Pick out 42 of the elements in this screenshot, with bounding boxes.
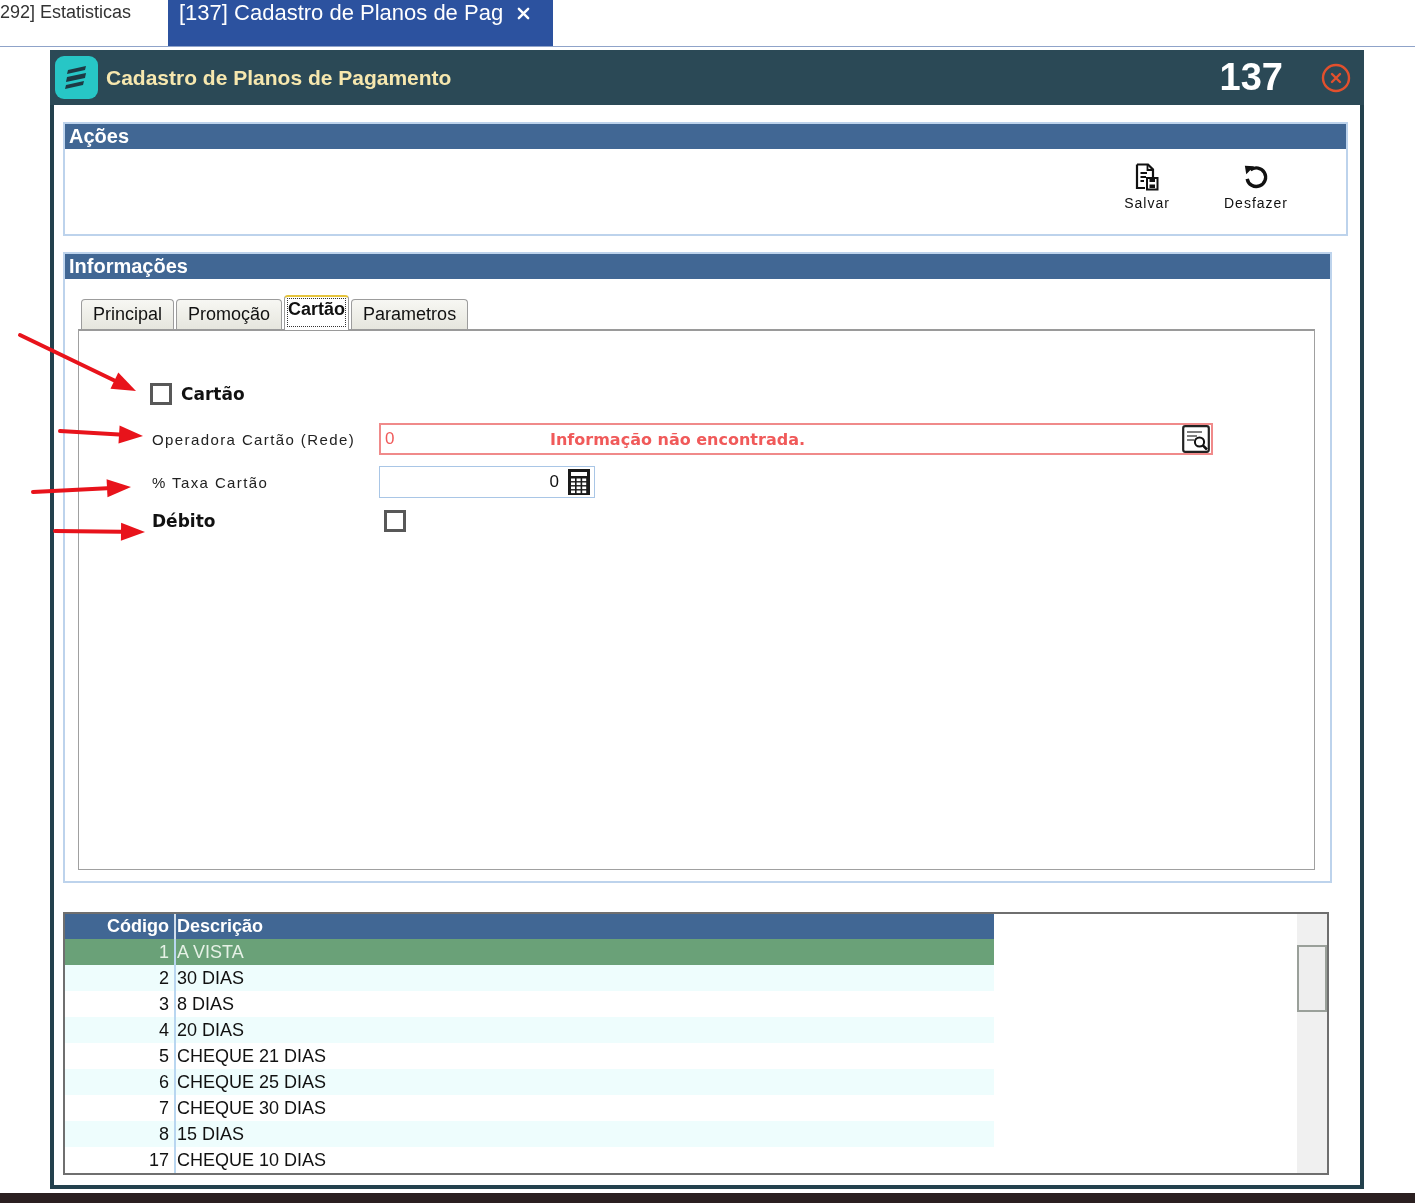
table-cell-text: 8 DIAS	[176, 993, 236, 1016]
number-field[interactable]: 0	[379, 466, 595, 498]
undo-button[interactable]: Desfazer	[1206, 163, 1306, 211]
circular-arrow-icon	[1243, 163, 1269, 191]
logo-icon	[55, 56, 98, 99]
checkbox[interactable]	[384, 510, 406, 532]
scrollbar-track[interactable]	[1297, 914, 1327, 1173]
table-row[interactable]: 2 30 DIAS	[65, 965, 994, 991]
table-cell: 17	[65, 1147, 176, 1173]
table-cell-text: CHEQUE 10 DIAS	[176, 1149, 328, 1172]
table-cell-text: A VISTA	[176, 941, 245, 964]
field-label: Operadora Cartão (Rede)	[152, 430, 357, 448]
field-label: Cartão	[181, 384, 245, 404]
table-cell-text: 15 DIAS	[176, 1123, 246, 1146]
table-row[interactable]: 4 20 DIAS	[65, 1017, 994, 1043]
window-title: Cadastro de Planos de Pagamento	[106, 65, 452, 90]
section-header: Informações	[65, 254, 1330, 279]
tab[interactable]: Parametros	[351, 299, 469, 329]
field-label: % Taxa Cartão	[152, 473, 270, 491]
table-cell-text: 30 DIAS	[176, 967, 246, 990]
calculator-icon[interactable]	[568, 469, 590, 495]
table-cell-text: CHEQUE 21 DIAS	[176, 1045, 328, 1068]
section-header: Ações	[65, 124, 1346, 149]
document-icon	[1134, 163, 1160, 191]
checkbox[interactable]	[150, 383, 172, 405]
table-row[interactable]: 8 15 DIAS	[65, 1121, 994, 1147]
table-cell-text: CHEQUE 30 DIAS	[176, 1097, 328, 1120]
scrollbar-thumb[interactable]	[1297, 945, 1327, 1012]
record-number: 137	[1219, 56, 1283, 99]
tab[interactable]: Principal	[81, 299, 175, 329]
field-label: Débito	[152, 511, 217, 531]
document-search-icon[interactable]	[1182, 425, 1210, 453]
table-cell-text: 20 DIAS	[176, 1019, 246, 1042]
tab[interactable]: Cartão	[284, 295, 350, 330]
error-message: Informação não encontrada.	[550, 429, 806, 449]
column-header[interactable]: Descrição	[176, 914, 994, 939]
table-row[interactable]: 6 CHEQUE 25 DIAS	[65, 1069, 994, 1095]
tab[interactable]: 292] Estatisticas	[0, 0, 168, 46]
tab[interactable]: [137] Cadastro de Planos de Pag	[168, 0, 553, 46]
tab[interactable]: Promoção	[176, 299, 283, 329]
table-cell-text: CHEQUE 25 DIAS	[176, 1071, 328, 1094]
save-button[interactable]: Salvar	[1097, 163, 1197, 211]
